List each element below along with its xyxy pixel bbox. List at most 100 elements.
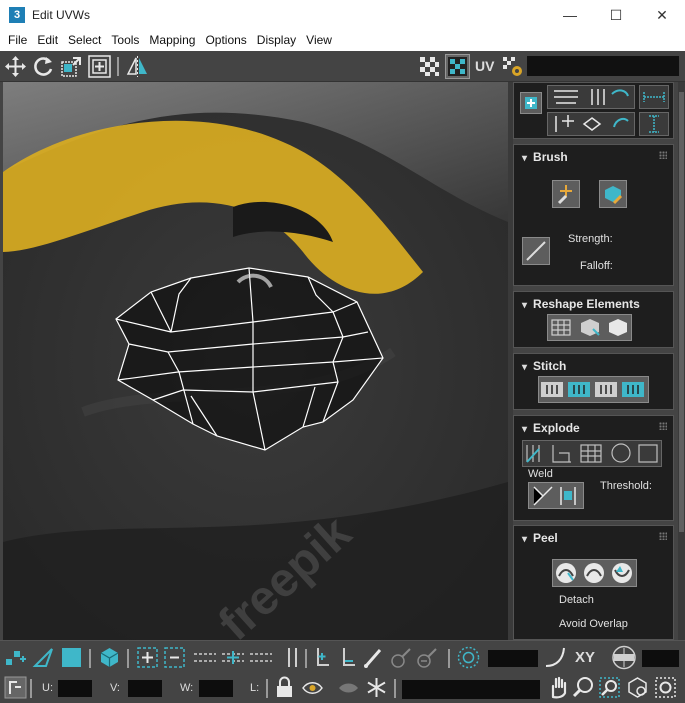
uv-space-label[interactable]: UV — [475, 58, 494, 74]
quick-planar-button[interactable] — [520, 92, 542, 114]
stitch-tools-button[interactable] — [538, 376, 649, 403]
paint-move-button[interactable] — [552, 180, 580, 208]
distribute-horizontal-button[interactable] — [639, 85, 669, 109]
zoom-icon[interactable] — [571, 675, 596, 700]
align-tools-button[interactable] — [547, 85, 635, 109]
soft-selection-value-field[interactable] — [488, 650, 538, 667]
w-coordinate-field[interactable] — [199, 680, 233, 697]
reshape-elements-title[interactable]: Reshape Elements — [522, 297, 640, 311]
l-label: L: — [250, 682, 260, 694]
u-label: U: — [42, 682, 53, 694]
edge-mode-icon[interactable] — [31, 645, 56, 670]
rollout-grip[interactable] — [659, 151, 667, 159]
reshape-tools-button[interactable] — [547, 314, 632, 341]
v-coordinate-field[interactable] — [128, 680, 162, 697]
menu-mapping[interactable]: Mapping — [144, 31, 200, 51]
loop-ring-tools-icon[interactable] — [192, 645, 274, 670]
maximize-button[interactable]: ☐ — [593, 0, 639, 31]
shrink-selection-icon[interactable] — [162, 645, 187, 670]
zoom-extents-icon[interactable] — [625, 675, 650, 700]
falloff-curve-icon[interactable] — [543, 645, 568, 670]
grow-selection-icon[interactable] — [135, 645, 160, 670]
xy-space-label[interactable]: XY — [575, 649, 595, 666]
strength-label: Strength: — [568, 233, 613, 245]
menu-display[interactable]: Display — [252, 31, 301, 51]
zoom-selected-icon[interactable] — [653, 675, 678, 700]
menu-options[interactable]: Options — [200, 31, 251, 51]
peel-rollout: Peel Detach Avoid Overlap — [513, 525, 674, 640]
uv-settings-icon[interactable] — [500, 54, 525, 79]
grow-brush-icon[interactable] — [389, 645, 414, 670]
title-bar: 3 Edit UVWs — ☐ ✕ — [0, 0, 685, 31]
menu-view[interactable]: View — [301, 31, 337, 51]
main-toolbar: UV — [0, 51, 685, 82]
brush-title[interactable]: Brush — [522, 150, 568, 164]
explode-title[interactable]: Explode — [522, 421, 580, 435]
arrange-tools-button[interactable] — [547, 112, 635, 136]
rotate-icon[interactable] — [31, 54, 56, 79]
weld-label: Weld — [528, 468, 553, 480]
vertex-mode-icon[interactable] — [3, 645, 28, 670]
move-icon[interactable] — [3, 54, 28, 79]
menu-tools[interactable]: Tools — [106, 31, 144, 51]
edit-uvws-window: 3 Edit UVWs — ☐ ✕ File Edit Select Tools… — [0, 0, 685, 703]
falloff-distance-field[interactable] — [642, 650, 679, 667]
scale-icon[interactable] — [59, 54, 84, 79]
select-by-element-icon[interactable] — [309, 645, 334, 670]
close-button[interactable]: ✕ — [639, 0, 685, 31]
peel-title[interactable]: Peel — [522, 531, 558, 545]
threshold-label: Threshold: — [600, 480, 652, 492]
stitch-title[interactable]: Stitch — [522, 359, 566, 373]
show-map-icon[interactable] — [445, 54, 470, 79]
pan-icon[interactable] — [546, 675, 571, 700]
absolute-offset-icon[interactable] — [3, 675, 28, 700]
soft-selection-icon[interactable] — [456, 645, 481, 670]
toolbar-separator — [117, 57, 119, 76]
mirror-icon[interactable] — [125, 54, 150, 79]
menu-select[interactable]: Select — [63, 31, 106, 51]
checker-pattern-icon[interactable] — [417, 54, 442, 79]
face-mode-icon[interactable] — [59, 645, 84, 670]
brush-rollout: Brush Strength: Falloff: — [513, 144, 674, 286]
freeform-icon[interactable] — [87, 54, 112, 79]
status-bar: U: V: W: L: — [0, 673, 685, 703]
relax-brush-button[interactable] — [599, 180, 627, 208]
menu-file[interactable]: File — [3, 31, 32, 51]
toolbar-separator — [127, 649, 129, 668]
lock-icon[interactable] — [272, 675, 297, 700]
hide-icon[interactable] — [300, 675, 325, 700]
reshape-elements-rollout: Reshape Elements — [513, 291, 674, 348]
w-label: W: — [180, 682, 194, 694]
window-title: Edit UVWs — [32, 8, 91, 22]
zoom-region-icon[interactable] — [597, 675, 622, 700]
freeze-icon[interactable] — [364, 675, 389, 700]
explode-tools-button[interactable] — [522, 440, 662, 467]
distribute-vertical-button[interactable] — [639, 112, 669, 136]
paint-select-icon[interactable] — [280, 645, 305, 670]
falloff-type-icon[interactable] — [610, 645, 638, 670]
detach-label[interactable]: Detach — [559, 594, 594, 606]
menu-edit[interactable]: Edit — [32, 31, 63, 51]
u-coordinate-field[interactable] — [58, 680, 92, 697]
toolbar-separator — [305, 649, 307, 668]
rollout-grip[interactable] — [659, 422, 667, 430]
selection-set-field[interactable] — [402, 680, 540, 699]
uv-map-dropdown[interactable] — [527, 56, 679, 76]
peel-tools-button[interactable] — [552, 559, 637, 587]
select-by-smoothing-icon[interactable] — [335, 645, 360, 670]
tools-panel: Brush Strength: Falloff: Reshape Element… — [513, 82, 685, 640]
paint-brush-icon[interactable] — [361, 645, 386, 670]
v-label: V: — [110, 682, 120, 694]
toolbar-separator — [89, 649, 91, 668]
avoid-overlap-label[interactable]: Avoid Overlap — [559, 618, 628, 630]
uv-viewport[interactable]: freepik — [3, 82, 508, 640]
brush-falloff-button[interactable] — [522, 237, 550, 265]
minimize-button[interactable]: — — [547, 0, 593, 31]
panel-scrollbar-thumb[interactable] — [679, 92, 684, 532]
element-mode-icon[interactable] — [97, 645, 122, 670]
show-icon[interactable] — [336, 675, 361, 700]
weld-tools-button[interactable] — [528, 482, 584, 509]
texture-background: freepik — [3, 82, 508, 640]
rollout-grip[interactable] — [659, 532, 667, 540]
shrink-brush-icon[interactable] — [415, 645, 440, 670]
